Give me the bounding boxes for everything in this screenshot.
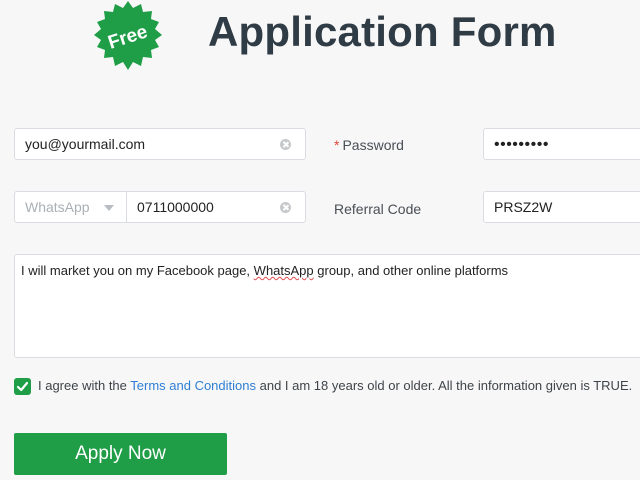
password-label: * Password (334, 137, 404, 153)
required-marker: * (334, 137, 340, 153)
referral-field[interactable]: PRSZ2W (483, 191, 640, 223)
password-field[interactable]: ••••••••• (483, 128, 640, 160)
terms-link[interactable]: Terms and Conditions (130, 378, 256, 393)
chevron-down-icon (104, 205, 114, 211)
badge-seal-icon: Free (94, 1, 162, 70)
agreement-text-2: and I am 18 years old or older. All the … (256, 378, 633, 393)
phone-field[interactable]: 0711000000 (126, 191, 306, 223)
email-value: you@yourmail.com (25, 136, 146, 152)
password-label-text: Password (342, 137, 404, 153)
message-text-before: I will market you on my Facebook page, (21, 263, 254, 278)
message-text-misspelled: WhatsApp (253, 263, 314, 278)
agreement-text-1: I agree with the (38, 378, 131, 393)
page-title: Application Form (208, 8, 557, 55)
referral-label: Referral Code (334, 201, 422, 217)
message-textarea[interactable]: I will market you on my Facebook page, W… (14, 254, 640, 358)
password-value: ••••••••• (494, 136, 549, 153)
checkmark-icon (16, 381, 29, 392)
clear-phone-icon[interactable] (280, 202, 291, 213)
contact-channel-select[interactable]: WhatsApp (14, 191, 127, 223)
referral-value: PRSZ2W (494, 199, 553, 215)
phone-value: 0711000000 (137, 199, 214, 215)
contact-channel-value: WhatsApp (25, 199, 90, 215)
clear-email-icon[interactable] (280, 139, 291, 150)
apply-now-button[interactable]: Apply Now (14, 433, 227, 475)
email-field[interactable]: you@yourmail.com (14, 128, 306, 160)
message-text-after: group, and other online platforms (313, 263, 509, 278)
agreement-text: I agree with the Terms and Conditions an… (38, 378, 632, 393)
free-badge: Free (90, 0, 166, 76)
message-value: I will market you on my Facebook page, W… (21, 263, 508, 278)
agree-checkbox[interactable] (14, 378, 31, 395)
